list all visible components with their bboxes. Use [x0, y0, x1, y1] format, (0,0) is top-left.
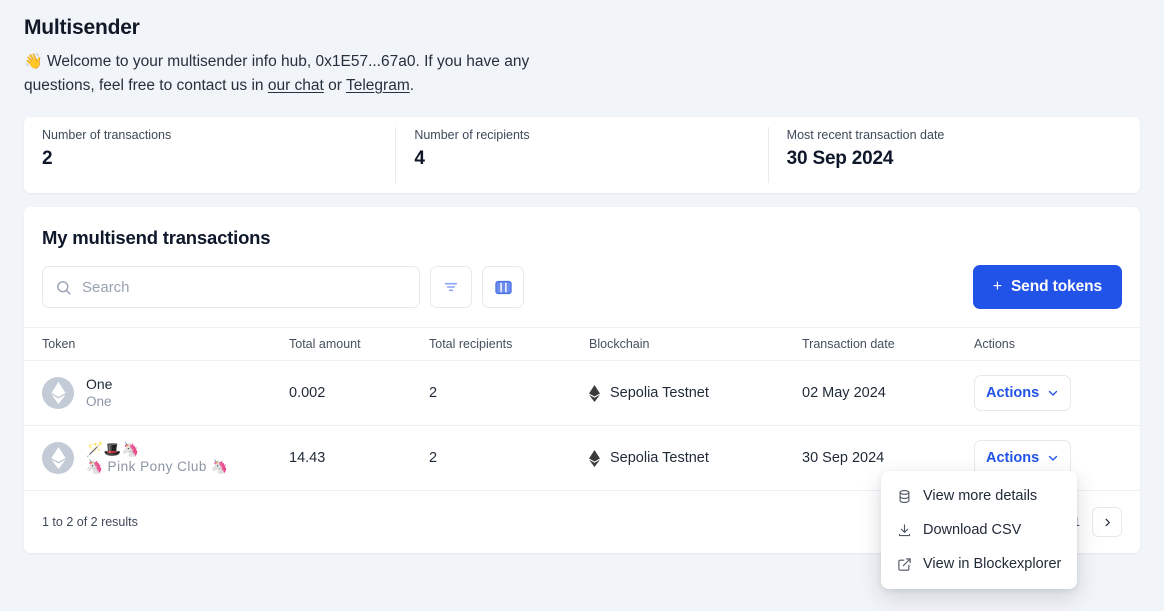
external-link-icon	[897, 557, 912, 572]
our-chat-link[interactable]: our chat	[268, 77, 324, 94]
column-header-blockchain[interactable]: Blockchain	[589, 328, 802, 361]
chevron-down-icon	[1047, 452, 1059, 464]
actions-dropdown-menu: View more details Download CSV View	[881, 471, 1077, 589]
cell-blockchain: Sepolia Testnet	[589, 426, 802, 491]
menu-item-label: View more details	[923, 488, 1037, 504]
token-names: 🪄🎩🦄 🦄 Pink Pony Club 🦄	[86, 441, 228, 475]
cell-total-recipients: 2	[429, 426, 589, 491]
download-icon	[897, 523, 912, 538]
cell-token: 🪄🎩🦄 🦄 Pink Pony Club 🦄	[24, 426, 289, 491]
token-symbol: One	[86, 393, 112, 410]
menu-item-download-csv[interactable]: Download CSV	[881, 513, 1077, 547]
page-title: Multisender	[24, 14, 1140, 42]
stat-value: 30 Sep 2024	[787, 146, 1122, 171]
actions-dropdown-button[interactable]: Actions	[974, 375, 1071, 411]
blockchain-name: Sepolia Testnet	[610, 450, 709, 466]
menu-item-view-in-blockexplorer[interactable]: View in Blockexplorer	[881, 547, 1077, 581]
column-header-actions: Actions	[974, 328, 1140, 361]
multisender-page: Multisender 👋 Welcome to your multisende…	[0, 0, 1164, 611]
filter-icon	[443, 279, 459, 295]
actions-label: Actions	[986, 450, 1039, 466]
plus-icon: +	[993, 278, 1002, 296]
cell-total-recipients: 2	[429, 361, 589, 426]
results-count: 1 to 2 of 2 results	[42, 515, 138, 529]
stat-value: 2	[42, 146, 377, 171]
table-toolbar: + Send tokens	[42, 265, 1122, 327]
stat-label: Number of transactions	[42, 127, 377, 143]
database-icon	[897, 489, 912, 504]
token-cell: 🪄🎩🦄 🦄 Pink Pony Club 🦄	[42, 441, 289, 475]
ethereum-icon	[589, 385, 600, 402]
menu-item-label: Download CSV	[923, 522, 1021, 538]
blockchain-name: Sepolia Testnet	[610, 385, 709, 401]
column-header-date[interactable]: Transaction date	[802, 328, 974, 361]
token-name: One	[86, 376, 112, 393]
search-icon	[55, 279, 72, 296]
stat-value: 4	[414, 146, 749, 171]
telegram-link[interactable]: Telegram	[346, 77, 410, 94]
stat-label: Most recent transaction date	[787, 127, 1122, 143]
blockchain-cell: Sepolia Testnet	[589, 385, 802, 402]
column-header-amount[interactable]: Total amount	[289, 328, 429, 361]
cell-transaction-date: 02 May 2024	[802, 361, 974, 426]
stat-label: Number of recipients	[414, 127, 749, 143]
stat-recent-date: Most recent transaction date 30 Sep 2024	[768, 127, 1140, 183]
menu-item-view-more-details[interactable]: View more details	[881, 479, 1077, 513]
next-page-button[interactable]	[1092, 507, 1122, 537]
search-box[interactable]	[42, 266, 420, 308]
intro-text-or: or	[324, 77, 346, 94]
column-header-recipients[interactable]: Total recipients	[429, 328, 589, 361]
token-name: 🪄🎩🦄	[86, 441, 228, 458]
ethereum-icon	[589, 450, 600, 467]
send-tokens-label: Send tokens	[1011, 278, 1102, 296]
cell-blockchain: Sepolia Testnet	[589, 361, 802, 426]
search-input[interactable]	[82, 279, 407, 296]
chevron-right-icon	[1102, 517, 1113, 528]
cell-actions: Actions	[974, 361, 1140, 426]
cell-total-amount: 14.43	[289, 426, 429, 491]
filter-button[interactable]	[430, 266, 472, 308]
transactions-card-header: My multisend transactions	[24, 207, 1140, 327]
page-intro: 👋 Welcome to your multisender info hub, …	[24, 50, 604, 98]
ethereum-icon	[51, 447, 66, 469]
table-header-row: Token Total amount Total recipients Bloc…	[24, 328, 1140, 361]
cell-token: One One	[24, 361, 289, 426]
cell-total-amount: 0.002	[289, 361, 429, 426]
table-row[interactable]: One One 0.002 2	[24, 361, 1140, 426]
wave-icon: 👋	[24, 53, 43, 70]
columns-button[interactable]	[482, 266, 524, 308]
menu-item-label: View in Blockexplorer	[923, 556, 1061, 572]
page-header: Multisender 👋 Welcome to your multisende…	[0, 0, 1164, 98]
transactions-table: Token Total amount Total recipients Bloc…	[24, 327, 1140, 491]
blockchain-cell: Sepolia Testnet	[589, 450, 802, 467]
stats-card: Number of transactions 2 Number of recip…	[24, 117, 1140, 193]
actions-label: Actions	[986, 385, 1039, 401]
intro-text-end: .	[410, 77, 414, 94]
token-avatar	[42, 442, 74, 474]
stat-transactions: Number of transactions 2	[24, 127, 395, 183]
column-header-token[interactable]: Token	[24, 328, 289, 361]
send-tokens-button[interactable]: + Send tokens	[973, 265, 1122, 309]
token-symbol: 🦄 Pink Pony Club 🦄	[86, 458, 228, 475]
token-avatar	[42, 377, 74, 409]
token-names: One One	[86, 376, 112, 410]
chevron-down-icon	[1047, 387, 1059, 399]
columns-icon	[494, 278, 513, 297]
token-cell: One One	[42, 376, 289, 410]
transactions-title: My multisend transactions	[42, 225, 1122, 251]
stat-recipients: Number of recipients 4	[395, 127, 767, 183]
ethereum-icon	[51, 382, 66, 404]
table-head: Token Total amount Total recipients Bloc…	[24, 328, 1140, 361]
